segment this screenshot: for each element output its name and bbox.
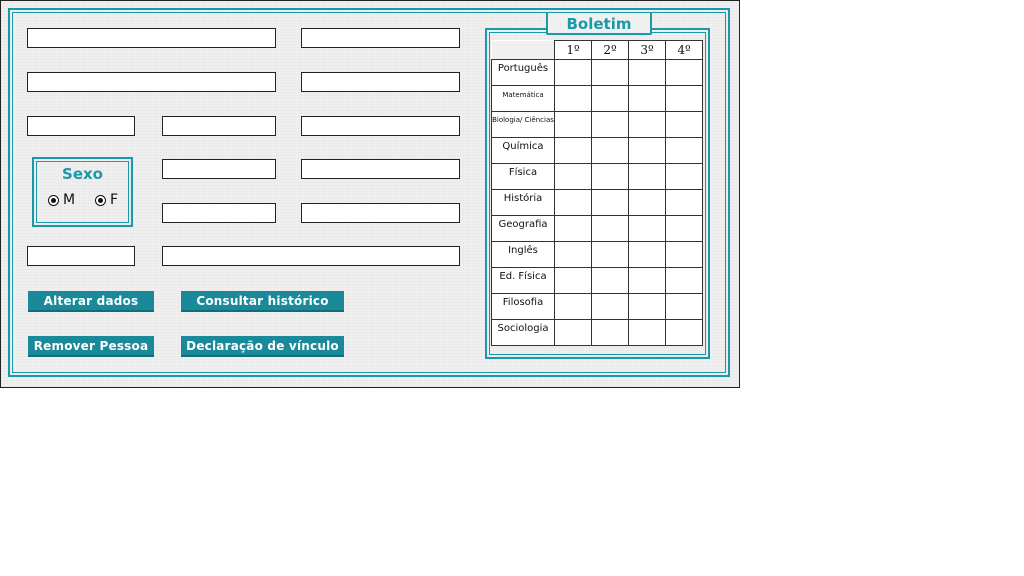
grade-cell[interactable]	[554, 137, 592, 164]
table-row: Física	[491, 163, 703, 190]
grade-cell[interactable]	[591, 137, 629, 164]
grade-cell[interactable]	[665, 137, 703, 164]
remover-pessoa-button[interactable]: Remover Pessoa	[28, 336, 154, 357]
text-field-9[interactable]	[301, 159, 460, 179]
subject-label: Biologia/ Ciências	[491, 111, 555, 138]
grade-cell[interactable]	[628, 267, 666, 294]
grade-cell[interactable]	[628, 189, 666, 216]
col-header: 1º	[554, 40, 592, 60]
subject-label: Ed. Física	[491, 267, 555, 294]
table-row: Filosofia	[491, 293, 703, 320]
grade-cell[interactable]	[554, 189, 592, 216]
subject-label: Matemática	[491, 85, 555, 112]
grade-cell[interactable]	[554, 163, 592, 190]
subject-label: Inglês	[491, 241, 555, 268]
table-row: História	[491, 189, 703, 216]
text-field-7[interactable]	[301, 116, 460, 136]
grade-cell[interactable]	[628, 163, 666, 190]
grade-cell[interactable]	[591, 319, 629, 346]
table-row: Português	[491, 59, 703, 86]
subject-label: Química	[491, 137, 555, 164]
grade-cell[interactable]	[554, 85, 592, 112]
table-row: Sociologia	[491, 319, 703, 346]
text-field-3[interactable]	[27, 72, 276, 92]
text-field-13[interactable]	[162, 246, 460, 266]
grade-cell[interactable]	[665, 189, 703, 216]
boletim-title: Boletim	[566, 15, 632, 33]
grade-cell[interactable]	[628, 85, 666, 112]
grade-cell[interactable]	[554, 59, 592, 86]
table-row: Química	[491, 137, 703, 164]
radio-label-f: F	[110, 192, 119, 208]
table-row: Geografia	[491, 215, 703, 242]
grade-cell[interactable]	[665, 215, 703, 242]
grade-cell[interactable]	[628, 319, 666, 346]
grade-cell[interactable]	[591, 111, 629, 138]
col-header: 4º	[665, 40, 703, 60]
grade-cell[interactable]	[554, 267, 592, 294]
radio-indicator	[95, 194, 106, 206]
text-field-8[interactable]	[162, 159, 276, 179]
grade-cell[interactable]	[554, 319, 592, 346]
consultar-historico-button[interactable]: Consultar histórico	[181, 291, 344, 312]
text-field-1[interactable]	[27, 28, 276, 48]
form-window: Sexo M F Alterar dados Consultar históri…	[0, 0, 740, 388]
text-field-10[interactable]	[162, 203, 276, 223]
grade-cell[interactable]	[591, 85, 629, 112]
table-row: Biologia/ Ciências	[491, 111, 703, 138]
grade-cell[interactable]	[665, 319, 703, 346]
grade-cell[interactable]	[628, 215, 666, 242]
corner-cell	[491, 40, 555, 60]
grade-cell[interactable]	[628, 111, 666, 138]
grade-cell[interactable]	[628, 293, 666, 320]
grade-cell[interactable]	[665, 111, 703, 138]
col-header: 3º	[628, 40, 666, 60]
subject-label: Geografia	[491, 215, 555, 242]
alterar-dados-button[interactable]: Alterar dados	[28, 291, 154, 312]
subject-label: Física	[491, 163, 555, 190]
grade-cell[interactable]	[665, 293, 703, 320]
radio-indicator	[48, 194, 59, 206]
text-field-11[interactable]	[301, 203, 460, 223]
header-row: 1º 2º 3º 4º	[491, 40, 703, 60]
grade-cell[interactable]	[591, 267, 629, 294]
grade-cell[interactable]	[665, 85, 703, 112]
grade-cell[interactable]	[591, 215, 629, 242]
table-row: Matemática	[491, 85, 703, 112]
sexo-title: Sexo	[62, 165, 103, 183]
boletim-table: 1º 2º 3º 4º Português Matemática Biologi…	[491, 40, 703, 346]
grade-cell[interactable]	[591, 163, 629, 190]
grade-cell[interactable]	[628, 137, 666, 164]
col-header: 2º	[591, 40, 629, 60]
grade-cell[interactable]	[591, 293, 629, 320]
text-field-4[interactable]	[301, 72, 460, 92]
text-field-2[interactable]	[301, 28, 460, 48]
table-row: Inglês	[491, 241, 703, 268]
grade-cell[interactable]	[591, 189, 629, 216]
grade-cell[interactable]	[591, 59, 629, 86]
grade-cell[interactable]	[665, 163, 703, 190]
subject-label: História	[491, 189, 555, 216]
grade-cell[interactable]	[554, 111, 592, 138]
declaracao-vinculo-button[interactable]: Declaração de vínculo	[181, 336, 344, 357]
grade-cell[interactable]	[554, 241, 592, 268]
grade-cell[interactable]	[628, 59, 666, 86]
grade-cell[interactable]	[628, 241, 666, 268]
grade-cell[interactable]	[665, 241, 703, 268]
grade-cell[interactable]	[554, 215, 592, 242]
grade-cell[interactable]	[591, 241, 629, 268]
grade-cell[interactable]	[665, 267, 703, 294]
radio-label-m: M	[63, 192, 76, 208]
radio-f[interactable]: F	[95, 192, 118, 208]
grade-cell[interactable]	[665, 59, 703, 86]
text-field-5[interactable]	[27, 116, 135, 136]
radio-m[interactable]: M	[48, 192, 75, 208]
subject-label: Sociologia	[491, 319, 555, 346]
text-field-6[interactable]	[162, 116, 276, 136]
text-field-12[interactable]	[27, 246, 135, 266]
subject-label: Português	[491, 59, 555, 86]
subject-label: Filosofia	[491, 293, 555, 320]
grade-cell[interactable]	[554, 293, 592, 320]
table-row: Ed. Física	[491, 267, 703, 294]
